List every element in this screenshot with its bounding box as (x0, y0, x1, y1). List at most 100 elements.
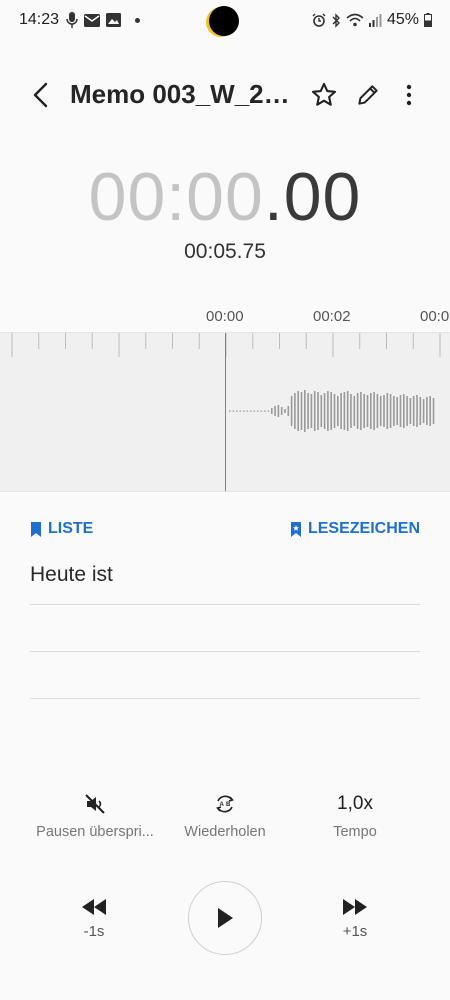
alarm-icon (312, 13, 326, 27)
svg-text:A: A (220, 802, 225, 808)
forward-button[interactable]: +1s (325, 898, 385, 940)
waveform-bar (343, 392, 346, 430)
bookmark-list: Heute ist (30, 558, 420, 699)
rewind-button[interactable]: -1s (64, 898, 124, 940)
waveform-bar (257, 410, 259, 412)
mail-icon (84, 13, 100, 27)
waveform-bar (379, 396, 382, 426)
waveform-bar (350, 394, 352, 428)
waveform-bar (274, 406, 276, 416)
total-duration: 00:05.75 (184, 240, 266, 263)
waveform-bar (373, 392, 375, 430)
speed-button[interactable]: 1,0x Tempo (285, 790, 425, 840)
repeat-ab-icon: AB (216, 795, 234, 813)
waveform-bar (236, 410, 238, 412)
list-link-label: LISTE (48, 520, 94, 537)
waveform-bar (320, 395, 323, 427)
waveform-bar (426, 397, 428, 425)
waveform-bar (383, 395, 385, 427)
playhead[interactable] (225, 333, 226, 491)
playback-timer: 00:00.00 (0, 158, 450, 236)
waveform-bar (370, 393, 372, 429)
bookmark-links: LISTE LESEZEICHEN (30, 520, 420, 546)
waveform-bar (232, 410, 235, 412)
ruler-label: 00:00 (206, 308, 244, 325)
notification-icons (66, 12, 140, 28)
waveform-bar (389, 394, 392, 428)
signal-icon (368, 13, 382, 27)
ruler-label: 00:0 (420, 308, 450, 325)
waveform-bar (409, 398, 412, 424)
waveform-bar (429, 396, 431, 426)
waveform-bar (229, 410, 231, 412)
bookmark-row[interactable] (30, 652, 420, 699)
waveform-bar (340, 393, 342, 429)
waveform-bar (264, 410, 266, 412)
waveform-bar (346, 391, 349, 431)
waveform-bar (243, 410, 245, 412)
edit-button[interactable] (353, 80, 383, 110)
fast-forward-icon (343, 899, 367, 915)
waveform-bar (330, 392, 332, 430)
back-button[interactable] (26, 80, 54, 110)
waveform-bar (419, 397, 422, 425)
speed-value: 1,0x (337, 793, 373, 814)
waveform-bar (267, 410, 270, 412)
more-vert-icon (406, 84, 412, 106)
recording-title[interactable]: Memo 003_W_20... (70, 79, 298, 110)
speed-label: Tempo (333, 824, 377, 840)
waveform-bar (277, 405, 280, 417)
waveform-bar (353, 396, 356, 426)
waveform-bar (294, 393, 296, 429)
elapsed-fraction: .00 (263, 159, 362, 235)
repeat-button[interactable]: AB Wiederholen (155, 790, 295, 840)
favorite-button[interactable] (309, 80, 339, 110)
bookmark-row[interactable] (30, 605, 420, 652)
waveform-bar (307, 393, 309, 429)
more-options-button[interactable] (394, 80, 424, 110)
waveform-bar (300, 392, 303, 430)
play-icon (218, 908, 233, 928)
time-ruler-labels: 00:00 00:02 00:0 (0, 308, 450, 330)
waveform-bar (310, 394, 313, 428)
waveform-bar (327, 391, 329, 431)
playback-options: Pausen überspri... AB Wiederholen 1,0x T… (0, 790, 450, 850)
waveform-bar (403, 394, 405, 428)
waveform-bar (313, 391, 316, 431)
waveform-bar (416, 395, 418, 427)
waveform-bar (333, 394, 336, 428)
bookmark-row[interactable]: Heute ist (30, 558, 420, 605)
waveform-bar (412, 396, 415, 426)
waveform-bar (297, 391, 299, 431)
waveform-bar (363, 394, 365, 428)
elapsed-time: 00:00 (88, 159, 264, 235)
forward-label: +1s (342, 923, 368, 940)
skip-silence-button[interactable]: Pausen überspri... (25, 790, 165, 840)
waveform-bar (284, 409, 286, 413)
app-header: Memo 003_W_20... (0, 70, 450, 120)
waveform-bar (406, 396, 408, 426)
mute-skip-icon (85, 794, 105, 814)
waveform-bar (356, 393, 359, 429)
waveform-bar (290, 396, 293, 426)
waveform-bar (366, 395, 369, 427)
camera-cutout (209, 6, 239, 36)
list-link[interactable]: LISTE (30, 520, 93, 538)
waveform-scrubber[interactable] (0, 332, 450, 492)
bookmarks-link[interactable]: LESEZEICHEN (290, 520, 420, 538)
wifi-icon (346, 13, 364, 27)
waveform-bar (376, 394, 379, 428)
waveform-bar (271, 408, 273, 414)
gallery-icon (106, 13, 121, 27)
play-button[interactable] (188, 881, 262, 955)
battery-percent: 45% (386, 11, 419, 28)
waveform-bar (246, 410, 249, 412)
star-icon (311, 82, 337, 106)
playback-controls: -1s +1s (0, 880, 450, 960)
bookmarks-link-label: LESEZEICHEN (307, 520, 420, 537)
status-bar: 14:23 45% (0, 0, 450, 42)
waveform-bar (323, 393, 326, 429)
waveform-bar (304, 390, 306, 432)
more-notifications-dot (135, 17, 140, 23)
waveform-bar (337, 396, 339, 426)
